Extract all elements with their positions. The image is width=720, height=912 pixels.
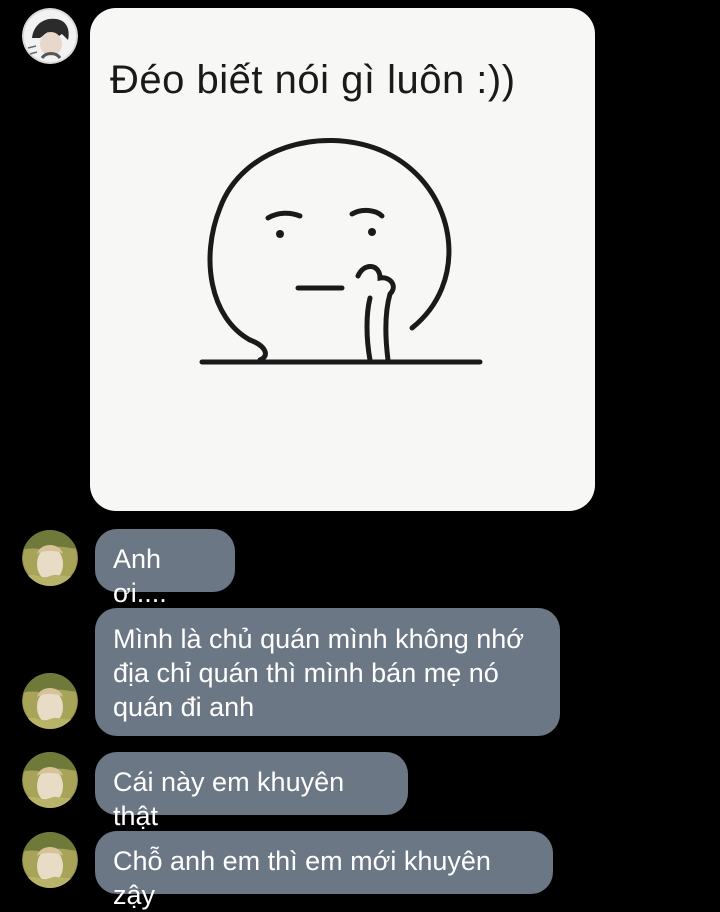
- avatar-photo-icon: [22, 752, 78, 808]
- message-bubble[interactable]: Mình là chủ quán mình không nhớ địa chỉ …: [95, 608, 560, 736]
- message-bubble[interactable]: Cái này em khuyên thật: [95, 752, 408, 831]
- sticker-message[interactable]: Đéo biết nói gì luôn :)): [90, 8, 595, 511]
- sender-avatar[interactable]: [22, 752, 78, 808]
- avatar-photo-icon: [22, 8, 78, 64]
- message-bubble[interactable]: Chỗ anh em thì em mới khuyên zậy: [95, 831, 553, 910]
- sender-avatar[interactable]: [22, 530, 78, 586]
- sender-avatar[interactable]: [22, 673, 78, 729]
- avatar-photo-icon: [22, 673, 78, 729]
- message-bubble[interactable]: Anh ơi....: [95, 529, 235, 608]
- avatar-photo-icon: [22, 832, 78, 888]
- sender-avatar[interactable]: [22, 8, 78, 64]
- avatar-photo-icon: [22, 530, 78, 586]
- sticker-caption: Đéo biết nói gì luôn :)): [110, 58, 516, 102]
- thinking-face-icon: [199, 137, 483, 365]
- sender-avatar[interactable]: [22, 832, 78, 888]
